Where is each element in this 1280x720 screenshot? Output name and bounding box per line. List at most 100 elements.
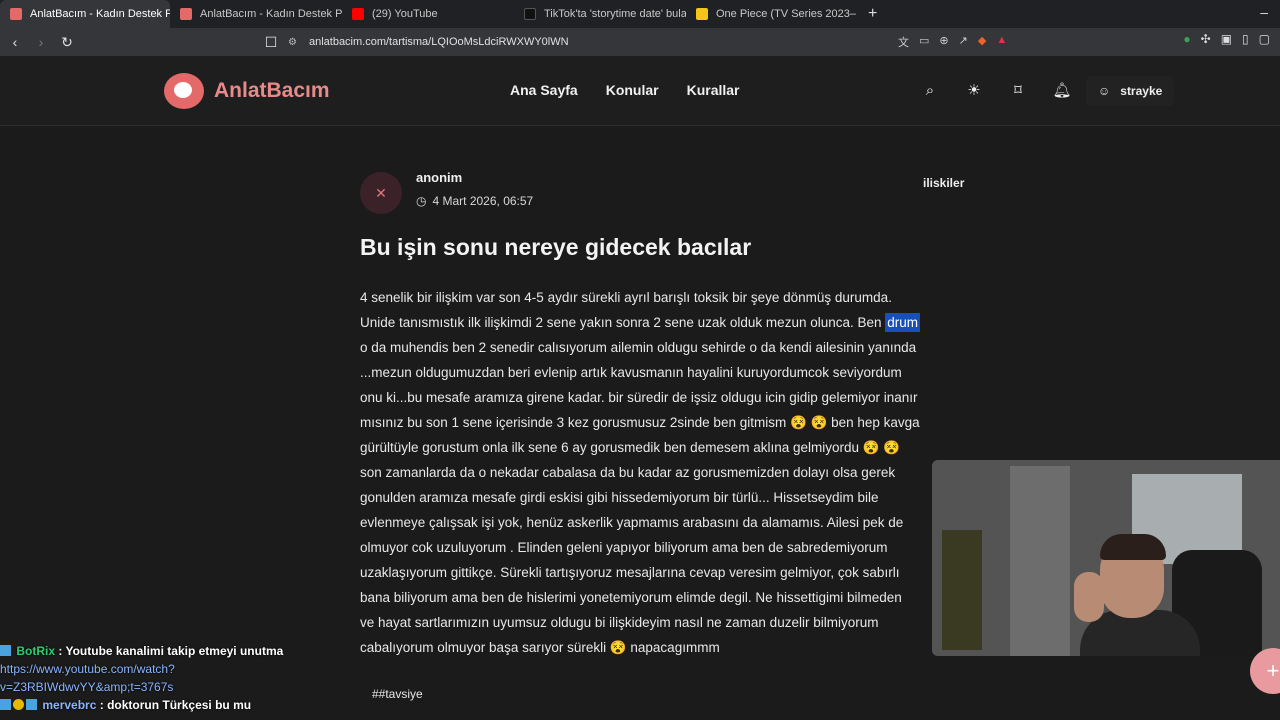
main-nav: Ana Sayfa Konular Kurallar — [510, 82, 740, 98]
webcam-coat-rack — [942, 530, 982, 650]
logo-text: AnlatBacım — [214, 79, 330, 102]
post-category[interactable]: iliskiler — [923, 176, 964, 190]
anlatbacim-favicon-icon — [180, 8, 192, 20]
zoom-icon[interactable]: ⊕ — [939, 34, 948, 50]
post-line: evlenmeye çalışsak işi yok, henüz askerl… — [360, 515, 904, 530]
browser-tab-youtube[interactable]: (29) YouTube — [342, 0, 514, 28]
post-line: ...mezun oldugumuzdan beri evlenip artık… — [360, 365, 902, 380]
browser-tab-anlatbacim[interactable]: AnlatBacım - Kadın Destek Platformu — [170, 0, 342, 28]
post-line: son zamanlarda da o nekadar cabalasa da … — [360, 465, 896, 480]
post-line: mısınız bu son 1 sene içerisinde 3 kez g… — [360, 415, 920, 430]
post-line: ve hayat sartlarımızın uyumsuz oldugu bi… — [360, 615, 879, 630]
post-line: gonulden aramıza mesafe girdi eskisi gib… — [360, 490, 879, 505]
tab-title: AnlatBacım - Kadın Destek Platformu — [200, 8, 342, 20]
speech-bubble-logo-icon — [164, 73, 204, 109]
minimize-window-button[interactable]: – — [1260, 4, 1268, 20]
imdb-favicon-icon — [696, 8, 708, 20]
chat-link: https://www.youtube.com/watch? — [0, 662, 175, 676]
webcam-overlay — [932, 460, 1280, 656]
brave-shield-icon[interactable]: ◆ — [978, 34, 986, 50]
share-icon[interactable]: ↗ — [959, 34, 968, 50]
post-author: anonim — [416, 170, 463, 185]
clock-icon: ◷ — [416, 194, 427, 208]
post-line: o da muhendis ben 2 senedir calısıyorum … — [360, 340, 917, 355]
back-arrow-icon[interactable]: ‹ — [4, 31, 26, 53]
username: strayke — [1120, 84, 1163, 98]
chat-link: v=Z3RBIWdwvYY&amp;t=3767s — [0, 680, 174, 694]
post-line: cabalıyorum olmuyor başa sarıyor sürekli… — [360, 640, 720, 655]
site-settings-icon[interactable]: ⚙ — [288, 37, 297, 48]
tab-title: AnlatBacım - Kadın Destek Platf — [30, 8, 170, 20]
post-line: onu ki...bu mesafe aramıza girene kadar.… — [360, 390, 918, 405]
post-hashtag[interactable]: ##tavsiye — [372, 687, 423, 701]
tab-title: (29) YouTube — [372, 8, 438, 20]
puzzle-extensions-icon[interactable]: ✣ — [1201, 32, 1211, 46]
gift-badge-icon — [13, 699, 24, 710]
post-line: bana biliyorum ama ben de hislerimi yone… — [360, 590, 902, 605]
chat-text: : doktorun Türkçesi bu mu — [99, 698, 252, 712]
theme-sun-icon[interactable]: ☀ — [964, 80, 984, 100]
post-date-text: 4 Mart 2026, 06:57 — [432, 194, 534, 208]
selected-text: drum — [885, 313, 921, 332]
translate-icon[interactable]: 文 — [898, 34, 909, 50]
youtube-favicon-icon — [352, 8, 364, 20]
post-line: 4 senelik bir ilişkim var son 4-5 aydır … — [360, 290, 892, 305]
cast-icon[interactable]: ▭ — [919, 34, 929, 50]
chat-username: BotRix — [16, 644, 56, 658]
new-tab-button[interactable]: + — [858, 5, 887, 23]
verified-badge-icon — [26, 699, 37, 710]
anonymous-user-icon: ✕ — [360, 172, 402, 214]
site-logo[interactable]: AnlatBacım — [164, 73, 330, 109]
webcam-streamer-hand — [1074, 572, 1104, 622]
browser-tab-imdb[interactable]: One Piece (TV Series 2023– ) - IMDb — [686, 0, 858, 28]
wallet-icon[interactable]: ▢ — [1259, 32, 1270, 46]
search-icon[interactable]: ⌕ — [920, 80, 940, 100]
post-card: ✕ anonim ◷ 4 Mart 2026, 06:57 iliskiler … — [360, 168, 980, 701]
post-body: 4 senelik bir ilişkim var son 4-5 aydır … — [360, 285, 980, 660]
media-icon[interactable]: ▣ — [1221, 32, 1232, 46]
bookmark-icon[interactable]: ⌑ — [1008, 80, 1028, 100]
user-icon: ☺ — [1098, 84, 1111, 98]
extension-icon[interactable]: ● — [1183, 32, 1190, 46]
reload-icon[interactable]: ↻ — [56, 31, 78, 53]
sidebar-icon[interactable]: ▯ — [1242, 32, 1249, 46]
forward-arrow-icon[interactable]: › — [30, 31, 52, 53]
post-line: olmuyor cok uzuluyorum . Elinden geleni … — [360, 540, 888, 555]
chat-message: mervebrc : doktorun Türkçesi bu mu — [0, 696, 360, 714]
webcam-door — [1010, 466, 1070, 656]
tab-title: TikTok'ta 'storytime date' bulabilirsin — [544, 8, 686, 20]
post-line: Unide tanısmıstık ilk ilişkimdi 2 sene y… — [360, 310, 980, 335]
header-actions: ⌕ ☀ ⌑ 🔔︎ — [920, 80, 1072, 100]
browser-tab-bar: AnlatBacım - Kadın Destek Platf ✕ AnlatB… — [0, 0, 1280, 28]
bookmark-page-icon[interactable]: ☐ — [260, 31, 282, 53]
browser-toolbar: ‹ › ↻ ☐ ⚙ anlatbacim.com/tartisma/LQIOoM… — [0, 28, 1280, 56]
bell-icon[interactable]: 🔔︎ — [1052, 80, 1072, 100]
brave-rewards-icon[interactable]: ▲ — [996, 34, 1007, 50]
nav-home[interactable]: Ana Sayfa — [510, 82, 578, 98]
post-line: uzaklaşıyorum gittikçe. Sürekli tartışıy… — [360, 565, 900, 580]
url-text: anlatbacim.com/tartisma/LQIOoMsLdciRWXWY… — [308, 36, 569, 48]
nav-topics[interactable]: Konular — [606, 82, 659, 98]
user-menu-button[interactable]: ☺ strayke — [1086, 76, 1175, 106]
bot-badge-icon — [0, 645, 11, 656]
tiktok-favicon-icon — [524, 8, 536, 20]
address-bar-actions: 文 ▭ ⊕ ↗ ◆ ▲ — [898, 34, 1007, 50]
post-meta: ✕ anonim ◷ 4 Mart 2026, 06:57 iliskiler — [360, 168, 980, 214]
anlatbacim-favicon-icon — [10, 8, 22, 20]
webcam-streamer-hair — [1100, 534, 1166, 560]
nav-rules[interactable]: Kurallar — [687, 82, 740, 98]
browser-tab-anlatbacim-active[interactable]: AnlatBacım - Kadın Destek Platf ✕ — [0, 0, 170, 28]
post-line-text: Unide tanısmıstık ilk ilişkimdi 2 sene y… — [360, 315, 886, 330]
chat-username: mervebrc — [42, 698, 97, 712]
post-title: Bu işin sonu nereye gidecek bacılar — [360, 234, 752, 260]
post-line: gürültüyle gorustum onla ilk sene 6 ay g… — [360, 440, 901, 455]
site-header: AnlatBacım Ana Sayfa Konular Kurallar ⌕ … — [0, 56, 1280, 126]
post-date: ◷ 4 Mart 2026, 06:57 — [416, 194, 533, 208]
tab-title: One Piece (TV Series 2023– ) - IMDb — [716, 8, 858, 20]
chat-text: : Youtube kanalimi takip etmeyi unutma — [58, 644, 284, 658]
browser-tab-tiktok[interactable]: TikTok'ta 'storytime date' bulabilirsin — [514, 0, 686, 28]
browser-extension-icons: ● ✣ ▣ ▯ ▢ — [1183, 32, 1270, 46]
subscriber-badge-icon — [0, 699, 11, 710]
stream-chat-overlay: BotRix : Youtube kanalimi takip etmeyi u… — [0, 642, 360, 714]
chat-message: BotRix : Youtube kanalimi takip etmeyi u… — [0, 642, 360, 660]
